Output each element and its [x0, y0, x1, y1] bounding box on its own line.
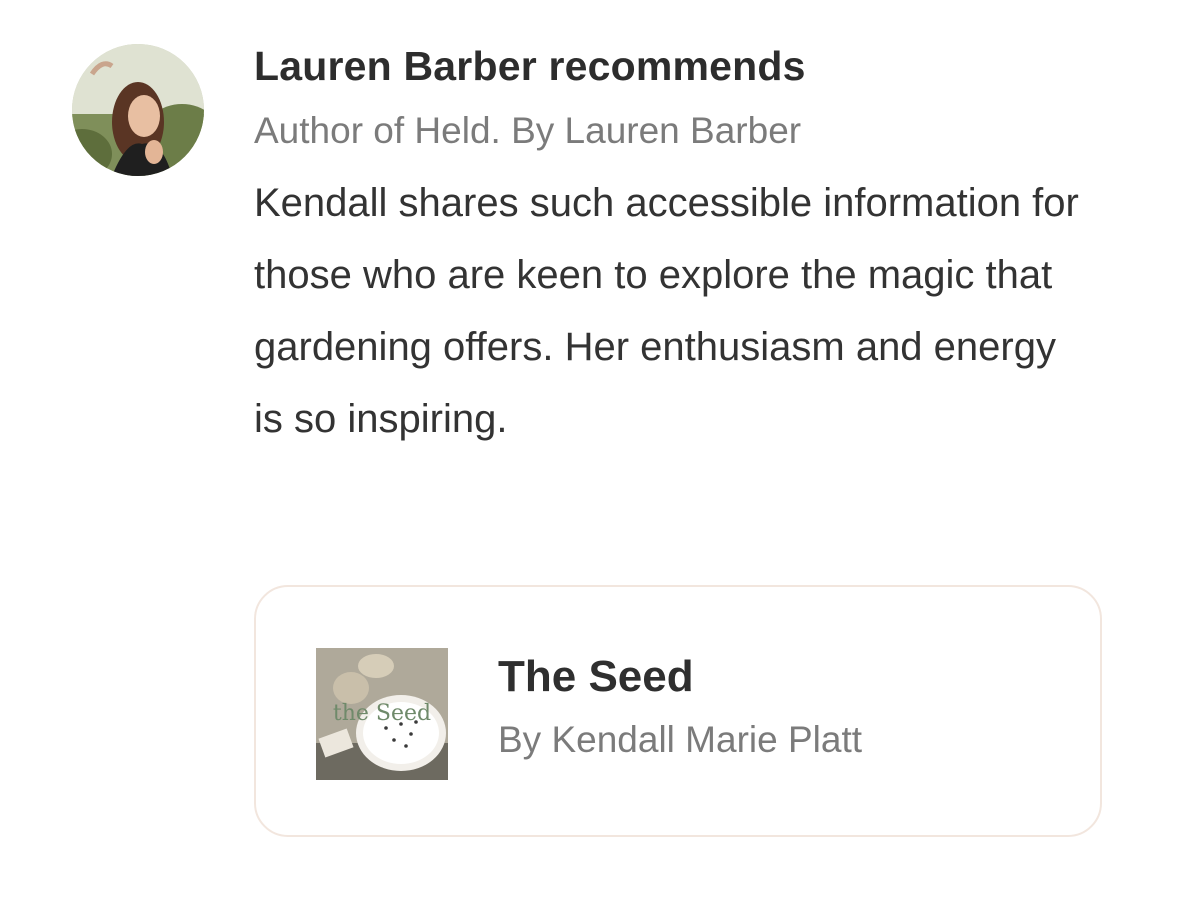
- avatar-photo-icon: [72, 44, 204, 176]
- recommender-title[interactable]: Lauren Barber recommends: [254, 40, 1114, 93]
- recommender-subtitle: Author of Held. By Lauren Barber: [254, 110, 802, 152]
- publication-title: The Seed: [498, 652, 694, 701]
- logo-text: the Seed: [333, 701, 431, 726]
- publication-text: The Seed By Kendall Marie Platt: [498, 651, 862, 762]
- publication-author: By Kendall Marie Platt: [498, 718, 863, 760]
- seed-bowl-logo-icon: the Seed: [316, 648, 448, 780]
- recommendation-content: Lauren Barber recommends Author of Held.…: [254, 40, 1114, 455]
- recommendation-quote: Kendall shares such accessible informati…: [254, 181, 1079, 442]
- publication-logo: the Seed: [316, 648, 448, 780]
- publication-card[interactable]: the Seed The Seed By Kendall Marie Platt: [254, 585, 1102, 837]
- recommender-avatar[interactable]: [72, 44, 204, 176]
